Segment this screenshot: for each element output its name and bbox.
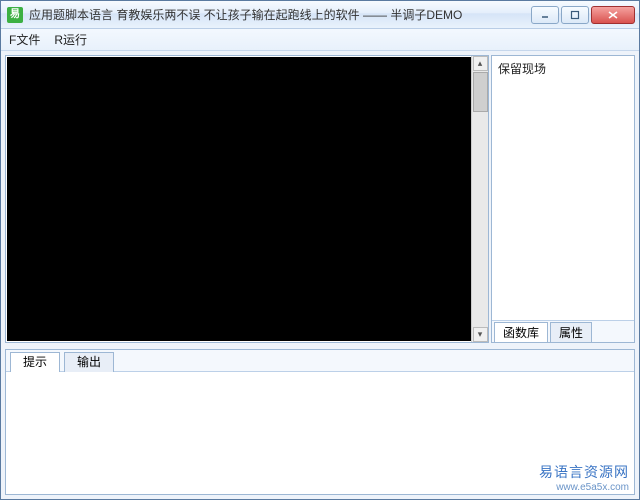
titlebar[interactable]: 易 应用题脚本语言 育教娱乐两不误 不让孩子输在起跑线上的软件 —— 半调子DE… [1,1,639,29]
app-icon: 易 [7,7,23,23]
menu-file[interactable]: F文件 [9,31,40,48]
client-area: ▴ ▾ 保留现场 函数库 属性 提示 输出 [1,51,639,499]
tab-hint[interactable]: 提示 [10,352,60,372]
right-panel: 保留现场 函数库 属性 [491,55,635,343]
menubar: F文件 R运行 [1,29,639,51]
close-button[interactable] [591,6,635,24]
right-panel-body[interactable]: 保留现场 [492,56,634,320]
tab-output[interactable]: 输出 [64,352,114,372]
maximize-button[interactable] [561,6,589,24]
tab-properties[interactable]: 属性 [550,322,592,342]
bottom-tabs: 提示 输出 [6,350,634,372]
scroll-down-button[interactable]: ▾ [473,327,488,342]
output-body[interactable] [6,372,634,494]
app-window: 易 应用题脚本语言 育教娱乐两不误 不让孩子输在起跑线上的软件 —— 半调子DE… [0,0,640,500]
minimize-button[interactable] [531,6,559,24]
lower-pane: 提示 输出 [5,349,635,495]
canvas-panel: ▴ ▾ [5,55,489,343]
right-panel-tabs: 函数库 属性 [492,320,634,342]
canvas-vertical-scrollbar[interactable]: ▴ ▾ [471,56,488,342]
canvas-viewport[interactable] [7,57,471,341]
upper-pane: ▴ ▾ 保留现场 函数库 属性 [5,55,635,343]
tab-function-library[interactable]: 函数库 [494,322,548,342]
menu-run[interactable]: R运行 [54,31,87,48]
scroll-thumb[interactable] [473,72,488,112]
window-controls [531,6,635,24]
scroll-up-button[interactable]: ▴ [473,56,488,71]
window-title: 应用题脚本语言 育教娱乐两不误 不让孩子输在起跑线上的软件 —— 半调子DEMO [29,6,527,23]
